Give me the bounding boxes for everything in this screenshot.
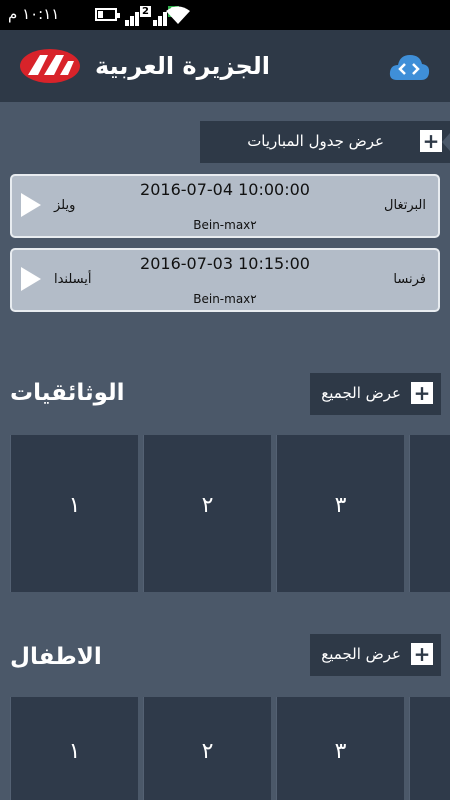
home-team: البرتغال [384,198,426,213]
tile-number: ٢ [201,739,214,764]
away-team: أيسلندا [54,272,92,287]
tile-number: ٣ [334,493,347,518]
signal-icon: 2 [125,6,151,26]
wifi-icon [166,6,190,24]
section-title-documentaries: الوثائقيات [10,380,125,406]
tile-number: ١ [68,493,81,518]
view-all-kids-button[interactable]: + عرض الجميع [310,634,441,676]
plus-icon: + [411,643,433,665]
status-time: ١٠:١١ م [8,5,60,23]
kids-tile[interactable] [409,697,450,800]
kids-tile[interactable]: ٢ [143,697,271,800]
plus-icon: + [420,130,442,152]
kids-tile[interactable]: ١ [10,697,138,800]
notch [442,133,450,151]
cloud-code-icon[interactable] [387,52,431,82]
aljazeera-sport-logo [20,49,80,83]
documentary-tile[interactable]: ٣ [276,435,404,592]
match-channel: Bein-max٢ [193,292,257,306]
tile-number: ٣ [334,739,347,764]
battery-icon [95,8,120,21]
tile-number: ١ [68,739,81,764]
documentary-tile[interactable]: ٢ [143,435,271,592]
match-schedule-button[interactable]: + عرض جدول المباريات [200,121,450,163]
view-all-documentaries-button[interactable]: + عرض الجميع [310,373,441,415]
match-channel: Bein-max٢ [193,218,257,232]
view-all-label: عرض الجميع [321,645,401,663]
kids-tile[interactable]: ٣ [276,697,404,800]
signal-badge: 2 [140,6,151,17]
match-datetime: 2016-07-04 10:00:00 [140,180,310,199]
view-all-label: عرض الجميع [321,384,401,402]
status-bar: ١٠:١١ م 2 1 [0,0,450,30]
app-header: الجزيرة العربية [0,30,450,102]
documentary-tile[interactable] [409,435,450,592]
match-card[interactable]: 2016-07-04 10:00:00 البرتغال ويلز Bein-m… [10,174,440,238]
match-card[interactable]: 2016-07-03 10:15:00 فرنسا أيسلندا Bein-m… [10,248,440,312]
home-team: فرنسا [393,272,426,287]
away-team: ويلز [54,198,76,213]
plus-icon: + [411,382,433,404]
documentary-tile[interactable]: ١ [10,435,138,592]
match-datetime: 2016-07-03 10:15:00 [140,254,310,273]
tile-number: ٢ [201,493,214,518]
schedule-button-label: عرض جدول المباريات [247,132,384,150]
app-title: الجزيرة العربية [95,52,271,80]
section-title-kids: الاطفال [10,644,102,670]
